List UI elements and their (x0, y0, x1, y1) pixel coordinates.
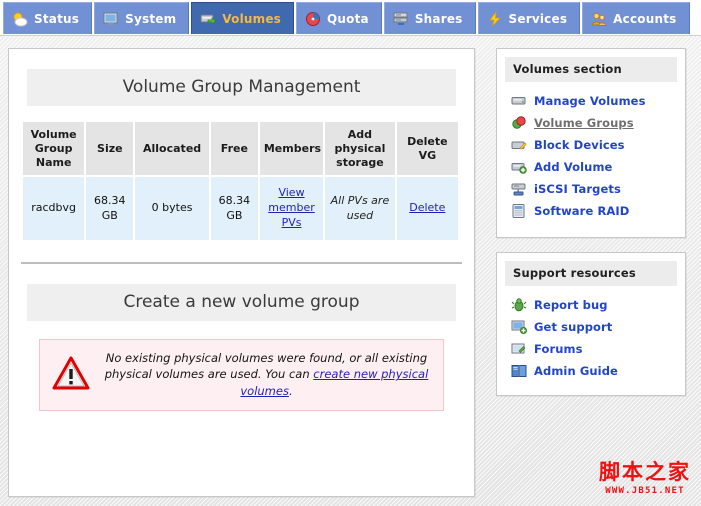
tab-label: Services (509, 12, 568, 26)
tab-accounts[interactable]: Accounts (582, 2, 689, 34)
lightning-icon (487, 11, 503, 27)
column-header: Add physical storage (325, 122, 394, 175)
book-icon (511, 363, 527, 379)
sidebar-item-label[interactable]: Software RAID (534, 204, 629, 218)
tab-shares[interactable]: Shares (384, 2, 476, 34)
server-stack-icon (393, 11, 409, 27)
people-icon (591, 11, 607, 27)
cell-delete-vg: Delete (397, 177, 458, 240)
iscsi-icon (511, 181, 527, 197)
sidebar-item-label[interactable]: Block Devices (534, 138, 625, 152)
sidebar-item-manage-volumes[interactable]: Manage Volumes (511, 90, 685, 112)
section-divider (21, 262, 462, 264)
volume-group-icon (511, 115, 527, 131)
support-item-label[interactable]: Report bug (534, 298, 608, 312)
tab-label: Quota (327, 12, 369, 26)
support-resources-panel: Support resources Report bug Get support F… (496, 252, 686, 396)
all-pvs-used-note: All PVs are used (331, 194, 390, 222)
tab-system[interactable]: System (94, 2, 189, 34)
tab-services[interactable]: Services (478, 2, 581, 34)
column-header: Free (211, 122, 258, 175)
table-row: racdbvg68.34 GB0 bytes68.34 GBView membe… (23, 177, 458, 240)
support-resources-heading: Support resources (505, 261, 677, 286)
view-member-pvs-link[interactable]: View member PVs (268, 186, 314, 229)
sidebar-item-label[interactable]: Add Volume (534, 160, 612, 174)
support-item-get-support[interactable]: Get support (511, 316, 685, 338)
support-resources-list: Report bug Get support Forums Admin Guide (497, 294, 685, 382)
raid-icon (511, 203, 527, 219)
volumes-section-panel: Volumes section Manage Volumes Volume Gro… (496, 48, 686, 238)
sun-cloud-icon (12, 11, 28, 27)
main-content-panel: Volume Group Management Volume Group Nam… (8, 48, 475, 497)
warning-triangle-icon (52, 356, 90, 393)
column-header: Volume Group Name (23, 122, 84, 175)
watermark-url: WWW.JB51.NET (599, 486, 691, 496)
cell-add-physical-storage: All PVs are used (325, 177, 394, 240)
support-item-forums[interactable]: Forums (511, 338, 685, 360)
support-item-label[interactable]: Get support (534, 320, 612, 334)
volumes-section-list: Manage Volumes Volume Groups Block Devices… (497, 90, 685, 222)
bug-icon (511, 297, 527, 313)
support-item-report-bug[interactable]: Report bug (511, 294, 685, 316)
support-item-admin-guide[interactable]: Admin Guide (511, 360, 685, 382)
drive-arrow-icon (200, 11, 216, 27)
drive-add-icon (511, 159, 527, 175)
column-header: Allocated (135, 122, 209, 175)
forums-icon (511, 341, 527, 357)
sidebar-item-block-devices[interactable]: Block Devices (511, 134, 685, 156)
monitor-icon (103, 11, 119, 27)
sidebar-item-software-raid[interactable]: Software RAID (511, 200, 685, 222)
support-icon (511, 319, 527, 335)
sidebar-item-label[interactable]: iSCSI Targets (534, 182, 621, 196)
block-device-icon (511, 137, 527, 153)
no-physical-volumes-warning: No existing physical volumes were found,… (39, 339, 444, 411)
volume-groups-table: Volume Group NameSizeAllocatedFreeMember… (21, 120, 460, 242)
volumes-section-heading: Volumes section (505, 57, 677, 82)
delete-vg-link[interactable]: Delete (409, 201, 445, 214)
tab-label: System (125, 12, 176, 26)
tab-label: Status (34, 12, 79, 26)
cell-size: 68.34 GB (86, 177, 133, 240)
tab-label: Volumes (222, 12, 281, 26)
column-header: Size (86, 122, 133, 175)
tab-quota[interactable]: Quota (296, 2, 382, 34)
cell-allocated: 0 bytes (135, 177, 209, 240)
warning-text: No existing physical volumes were found,… (102, 350, 431, 400)
tab-volumes[interactable]: Volumes (191, 2, 294, 34)
support-item-label[interactable]: Forums (534, 342, 583, 356)
site-watermark: 脚本之家 WWW.JB51.NET (599, 462, 691, 496)
create-volume-group-title: Create a new volume group (27, 284, 456, 321)
pie-disk-icon (305, 11, 321, 27)
sidebar-item-label[interactable]: Manage Volumes (534, 94, 646, 108)
sidebar-item-add-volume[interactable]: Add Volume (511, 156, 685, 178)
cell-free: 68.34 GB (211, 177, 258, 240)
support-item-label[interactable]: Admin Guide (534, 364, 618, 378)
warning-text-after: . (289, 384, 293, 398)
volume-group-management-title: Volume Group Management (27, 69, 456, 106)
sidebar-item-label: Volume Groups (534, 116, 634, 130)
sidebar-item-iscsi-targets[interactable]: iSCSI Targets (511, 178, 685, 200)
tab-label: Shares (415, 12, 463, 26)
cell-vg-name: racdbvg (23, 177, 84, 240)
tab-status[interactable]: Status (3, 2, 92, 34)
drive-icon (511, 93, 527, 109)
cell-members: View member PVs (260, 177, 323, 240)
table-header-row: Volume Group NameSizeAllocatedFreeMember… (23, 122, 458, 175)
watermark-title: 脚本之家 (599, 462, 691, 483)
sidebar-item-volume-groups[interactable]: Volume Groups (511, 112, 685, 134)
column-header: Delete VG (397, 122, 458, 175)
column-header: Members (260, 122, 323, 175)
main-tab-bar: Status System Volumes Quota Shares Services Ac… (0, 0, 701, 36)
tab-label: Accounts (613, 12, 676, 26)
